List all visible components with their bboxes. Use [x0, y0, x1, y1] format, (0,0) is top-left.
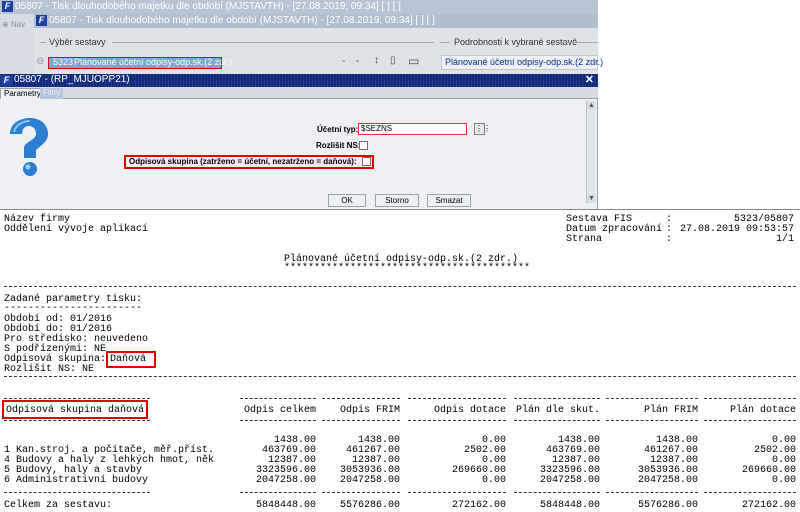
monitor-icon[interactable]: ▭ [408, 54, 419, 68]
group-label-podrobnosti: Podrobnosti k vybrané sestavě [454, 37, 578, 47]
dialog-scrollbar[interactable]: ▲ ▼ [586, 101, 596, 203]
meta-value-strana: 1/1 [775, 234, 794, 245]
cell: 0.00 [771, 475, 796, 486]
minus-icon[interactable]: - [356, 56, 359, 67]
divider [408, 398, 506, 399]
divider [322, 492, 400, 493]
background-window-title: F 05807 - Tisk dlouhodobého majetku dle … [0, 0, 598, 14]
cell: 2047258.00 [637, 475, 698, 486]
divider [704, 398, 796, 399]
column-header-plan-frim: Plán FRIM [643, 405, 698, 416]
column-header-odpis-dotace: Odpis dotace [433, 405, 506, 416]
column-header-odpis-frim: Odpis FRIM [339, 405, 400, 416]
sort-icon[interactable]: ↕ [374, 55, 379, 66]
selected-report-row[interactable]: 5323 Plánované účetní odpisy-odp.sk.(2 z… [48, 57, 232, 69]
divider [4, 376, 796, 377]
divider [704, 492, 796, 493]
dialog-body: ▲ ▼ [0, 99, 598, 209]
smazat-button[interactable]: Smazat [427, 194, 471, 207]
column-header-plan-skut: Plán dle skut. [515, 405, 600, 416]
meta-label-strana: Strana [566, 234, 603, 245]
dialog-tabbar: Parametry Filtry [0, 87, 598, 99]
nav-button[interactable]: ⊕ Nav [2, 20, 25, 29]
department-name: Oddělení vývoje aplikací [4, 224, 149, 235]
help-question-icon [10, 118, 48, 176]
ucetni-typ-label: Účetní typ: [317, 125, 359, 134]
divider [408, 492, 506, 493]
divider [322, 420, 400, 421]
ok-button[interactable]: OK [328, 194, 366, 207]
divider [4, 398, 150, 399]
odpisova-skupina-label: Odpisová skupina (zatrženo = účetní, nez… [129, 157, 357, 166]
divider [514, 420, 600, 421]
skupina-highlight [106, 351, 156, 368]
report-title-underline: ****************************************… [284, 263, 531, 274]
document-icon[interactable]: ▯ [390, 55, 396, 66]
report-detail-box: Plánované účetní odpisy-odp.sk.(2 zdr.) [441, 55, 603, 70]
divider [704, 420, 796, 421]
tab-parametry[interactable]: Parametry [0, 88, 45, 99]
group-label-vyber: Výběr sestavy [49, 37, 106, 47]
divider [240, 398, 316, 399]
divider [606, 398, 698, 399]
rozlisit-ns-checkbox[interactable] [359, 141, 368, 150]
report-preview: Název firmy Oddělení vývoje aplikací Ses… [0, 209, 800, 512]
divider [4, 492, 150, 493]
cell: 2047258.00 [539, 475, 600, 486]
rozlisit-ns-label: Rozlišit NS: [316, 141, 361, 150]
scroll-down-icon[interactable]: ▼ [587, 194, 596, 203]
tab-filtry[interactable]: Filtry [40, 88, 64, 99]
row-name: 6 Administrativní budovy [4, 475, 149, 486]
divider [606, 492, 698, 493]
divider [240, 420, 316, 421]
minus-icon[interactable]: - [342, 56, 345, 67]
divider [4, 420, 150, 421]
report-detail-text: Plánované účetní odpisy-odp.sk.(2 zdr.) [445, 57, 604, 67]
param-rozlisit: Rozlišit NS: NE [4, 364, 95, 375]
divider [4, 286, 796, 287]
ucetni-typ-input[interactable]: $SEZNS [358, 123, 467, 135]
odpisova-skupina-checkbox[interactable] [362, 157, 371, 166]
divider [240, 492, 316, 493]
divider [606, 420, 698, 421]
total-label: Celkem za sestavu: [4, 500, 113, 511]
background-window2-title-text: 05807 - Tisk dlouhodobého majetku dle ob… [49, 15, 435, 26]
left-nav-strip: ⊕ Nav [0, 14, 34, 74]
storno-button[interactable]: Storno [375, 194, 419, 207]
column-header-plan-dotace: Plán dotace [729, 405, 796, 416]
selected-report-name: Plánované účetní odpisy-odp.sk.(2 zdr.) [74, 57, 233, 67]
total-cell: 5576286.00 [339, 500, 400, 511]
app-icon: F [36, 15, 47, 26]
app-icon: F [2, 1, 13, 12]
scroll-up-icon[interactable]: ▲ [587, 101, 596, 110]
group-line [440, 42, 450, 43]
cell: 2047258.00 [339, 475, 400, 486]
group-line [560, 42, 598, 43]
nav-label: Nav [10, 20, 26, 29]
close-icon[interactable]: ✕ [585, 73, 594, 86]
column-highlight [2, 400, 148, 419]
divider [514, 492, 600, 493]
total-cell: 5576286.00 [637, 500, 698, 511]
selected-report-code: 5323 [53, 57, 74, 67]
group-line [40, 42, 46, 43]
divider [514, 398, 600, 399]
cell: 0.00 [481, 475, 506, 486]
divider [408, 420, 506, 421]
lookup-icon[interactable]: ⋮⋮ [474, 123, 491, 135]
dialog-title: 05807 - (RP_MJUOPP21) [14, 74, 130, 85]
total-cell: 5848448.00 [539, 500, 600, 511]
total-cell: 272162.00 [741, 500, 796, 511]
divider [322, 398, 400, 399]
collapse-icon[interactable]: ⊖ [36, 56, 44, 67]
dialog-titlebar[interactable]: F 05807 - (RP_MJUOPP21) ✕ [0, 74, 598, 87]
app-icon: F [1, 75, 12, 86]
total-cell: 272162.00 [451, 500, 506, 511]
background-window-title-text: 05807 - Tisk dlouhodobého majetku dle ob… [15, 1, 401, 12]
background-window2-titlebar: F 05807 - Tisk dlouhodobého majetku dle … [34, 14, 598, 28]
params-heading-rule: ----------------------- [4, 303, 143, 314]
meta-colon: : [666, 234, 673, 245]
group-line [112, 42, 434, 43]
